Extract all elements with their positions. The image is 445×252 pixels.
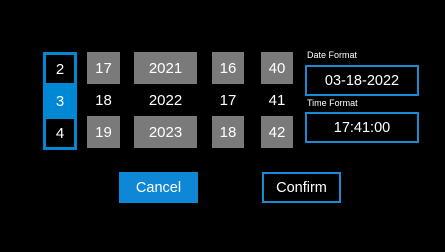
year-option-prev[interactable]: 2021 <box>134 52 197 84</box>
time-format-value[interactable]: 17:41:00 <box>305 112 419 143</box>
year-option-selected[interactable]: 2022 <box>134 84 197 116</box>
month-option-prev[interactable]: 2 <box>46 55 74 83</box>
month-option-next[interactable]: 4 <box>46 119 74 147</box>
day-picker-column[interactable]: 17 18 19 <box>87 52 120 148</box>
day-option-next[interactable]: 19 <box>87 116 120 148</box>
day-option-selected[interactable]: 18 <box>87 84 120 116</box>
year-option-next[interactable]: 2023 <box>134 116 197 148</box>
datetime-screen: 2 3 4 17 18 19 2021 2022 2023 16 17 18 4… <box>0 0 445 252</box>
minute-option-selected[interactable]: 41 <box>261 84 293 116</box>
date-format-value[interactable]: 03-18-2022 <box>305 65 419 96</box>
month-picker-column[interactable]: 2 3 4 <box>43 52 77 150</box>
confirm-button[interactable]: Confirm <box>262 172 341 203</box>
minute-option-next[interactable]: 42 <box>261 116 293 148</box>
day-option-prev[interactable]: 17 <box>87 52 120 84</box>
hour-option-prev[interactable]: 16 <box>212 52 244 84</box>
hour-option-next[interactable]: 18 <box>212 116 244 148</box>
datetime-panel: 2 3 4 17 18 19 2021 2022 2023 16 17 18 4… <box>6 6 439 246</box>
year-picker-column[interactable]: 2021 2022 2023 <box>134 52 197 148</box>
hour-option-selected[interactable]: 17 <box>212 84 244 116</box>
hour-picker-column[interactable]: 16 17 18 <box>212 52 244 148</box>
minute-option-prev[interactable]: 40 <box>261 52 293 84</box>
month-option-selected[interactable]: 3 <box>46 87 74 115</box>
minute-picker-column[interactable]: 40 41 42 <box>261 52 293 148</box>
time-format-label: Time Format <box>307 98 358 108</box>
cancel-button[interactable]: Cancel <box>119 172 198 203</box>
date-format-label: Date Format <box>307 50 358 60</box>
